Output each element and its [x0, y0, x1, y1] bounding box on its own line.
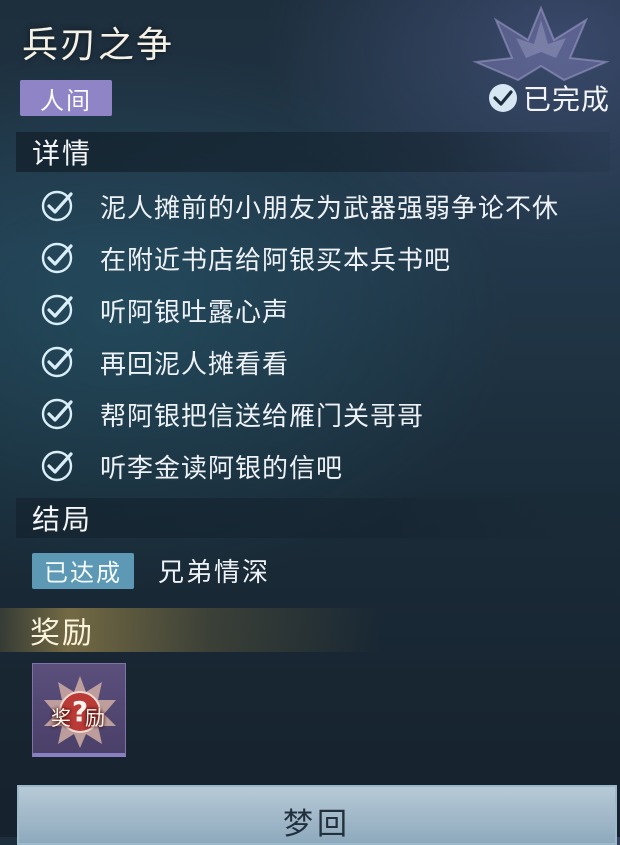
checkmark-icon	[41, 346, 73, 378]
task-list: 泥人摊前的小朋友为武器强弱争论不休 在附近书店给阿银买本兵书吧 听阿银吐露心声 …	[40, 180, 559, 492]
achieved-badge: 已达成	[32, 552, 134, 589]
ending-name: 兄弟情深	[158, 558, 271, 588]
checkmark-icon	[41, 398, 73, 430]
task-text: 帮阿银把信送给雁门关哥哥	[100, 401, 425, 432]
checkmark-icon	[41, 190, 73, 222]
task-item: 再回泥人摊看看	[40, 336, 559, 388]
task-item: 泥人摊前的小朋友为武器强弱争论不休	[40, 180, 559, 232]
quest-status: 已完成	[487, 78, 610, 118]
task-item: 帮阿银把信送给雁门关哥哥	[40, 388, 559, 440]
task-text: 泥人摊前的小朋友为武器强弱争论不休	[100, 193, 560, 224]
quest-title: 兵刃之争	[22, 25, 175, 66]
ending-header: 结局	[16, 498, 556, 538]
checkmark-icon	[41, 294, 73, 326]
check-circle-icon	[488, 84, 517, 112]
task-text: 在附近书店给阿银买本兵书吧	[100, 245, 452, 276]
status-label: 已完成	[522, 83, 610, 116]
task-text: 听阿银吐露心声	[100, 297, 290, 328]
checkmark-icon	[41, 242, 73, 274]
reward-item-label: 奖励	[51, 706, 119, 730]
ending-row: 已达成 兄弟情深	[32, 552, 270, 589]
task-item: 听阿银吐露心声	[40, 284, 559, 336]
details-header: 详情	[16, 132, 610, 172]
task-item: 听李金读阿银的信吧	[40, 440, 559, 492]
reward-header: 奖励	[0, 608, 380, 652]
checkmark-icon	[41, 450, 73, 482]
task-item: 在附近书店给阿银买本兵书吧	[40, 232, 559, 284]
reward-item[interactable]: ? 奖励	[32, 663, 126, 757]
task-text: 再回泥人摊看看	[100, 349, 290, 380]
task-text: 听李金读阿银的信吧	[100, 453, 344, 484]
realm-tag: 人间	[20, 80, 112, 116]
crest-decoration-icon	[472, 5, 610, 82]
dream-return-button[interactable]: 梦回	[17, 785, 617, 845]
